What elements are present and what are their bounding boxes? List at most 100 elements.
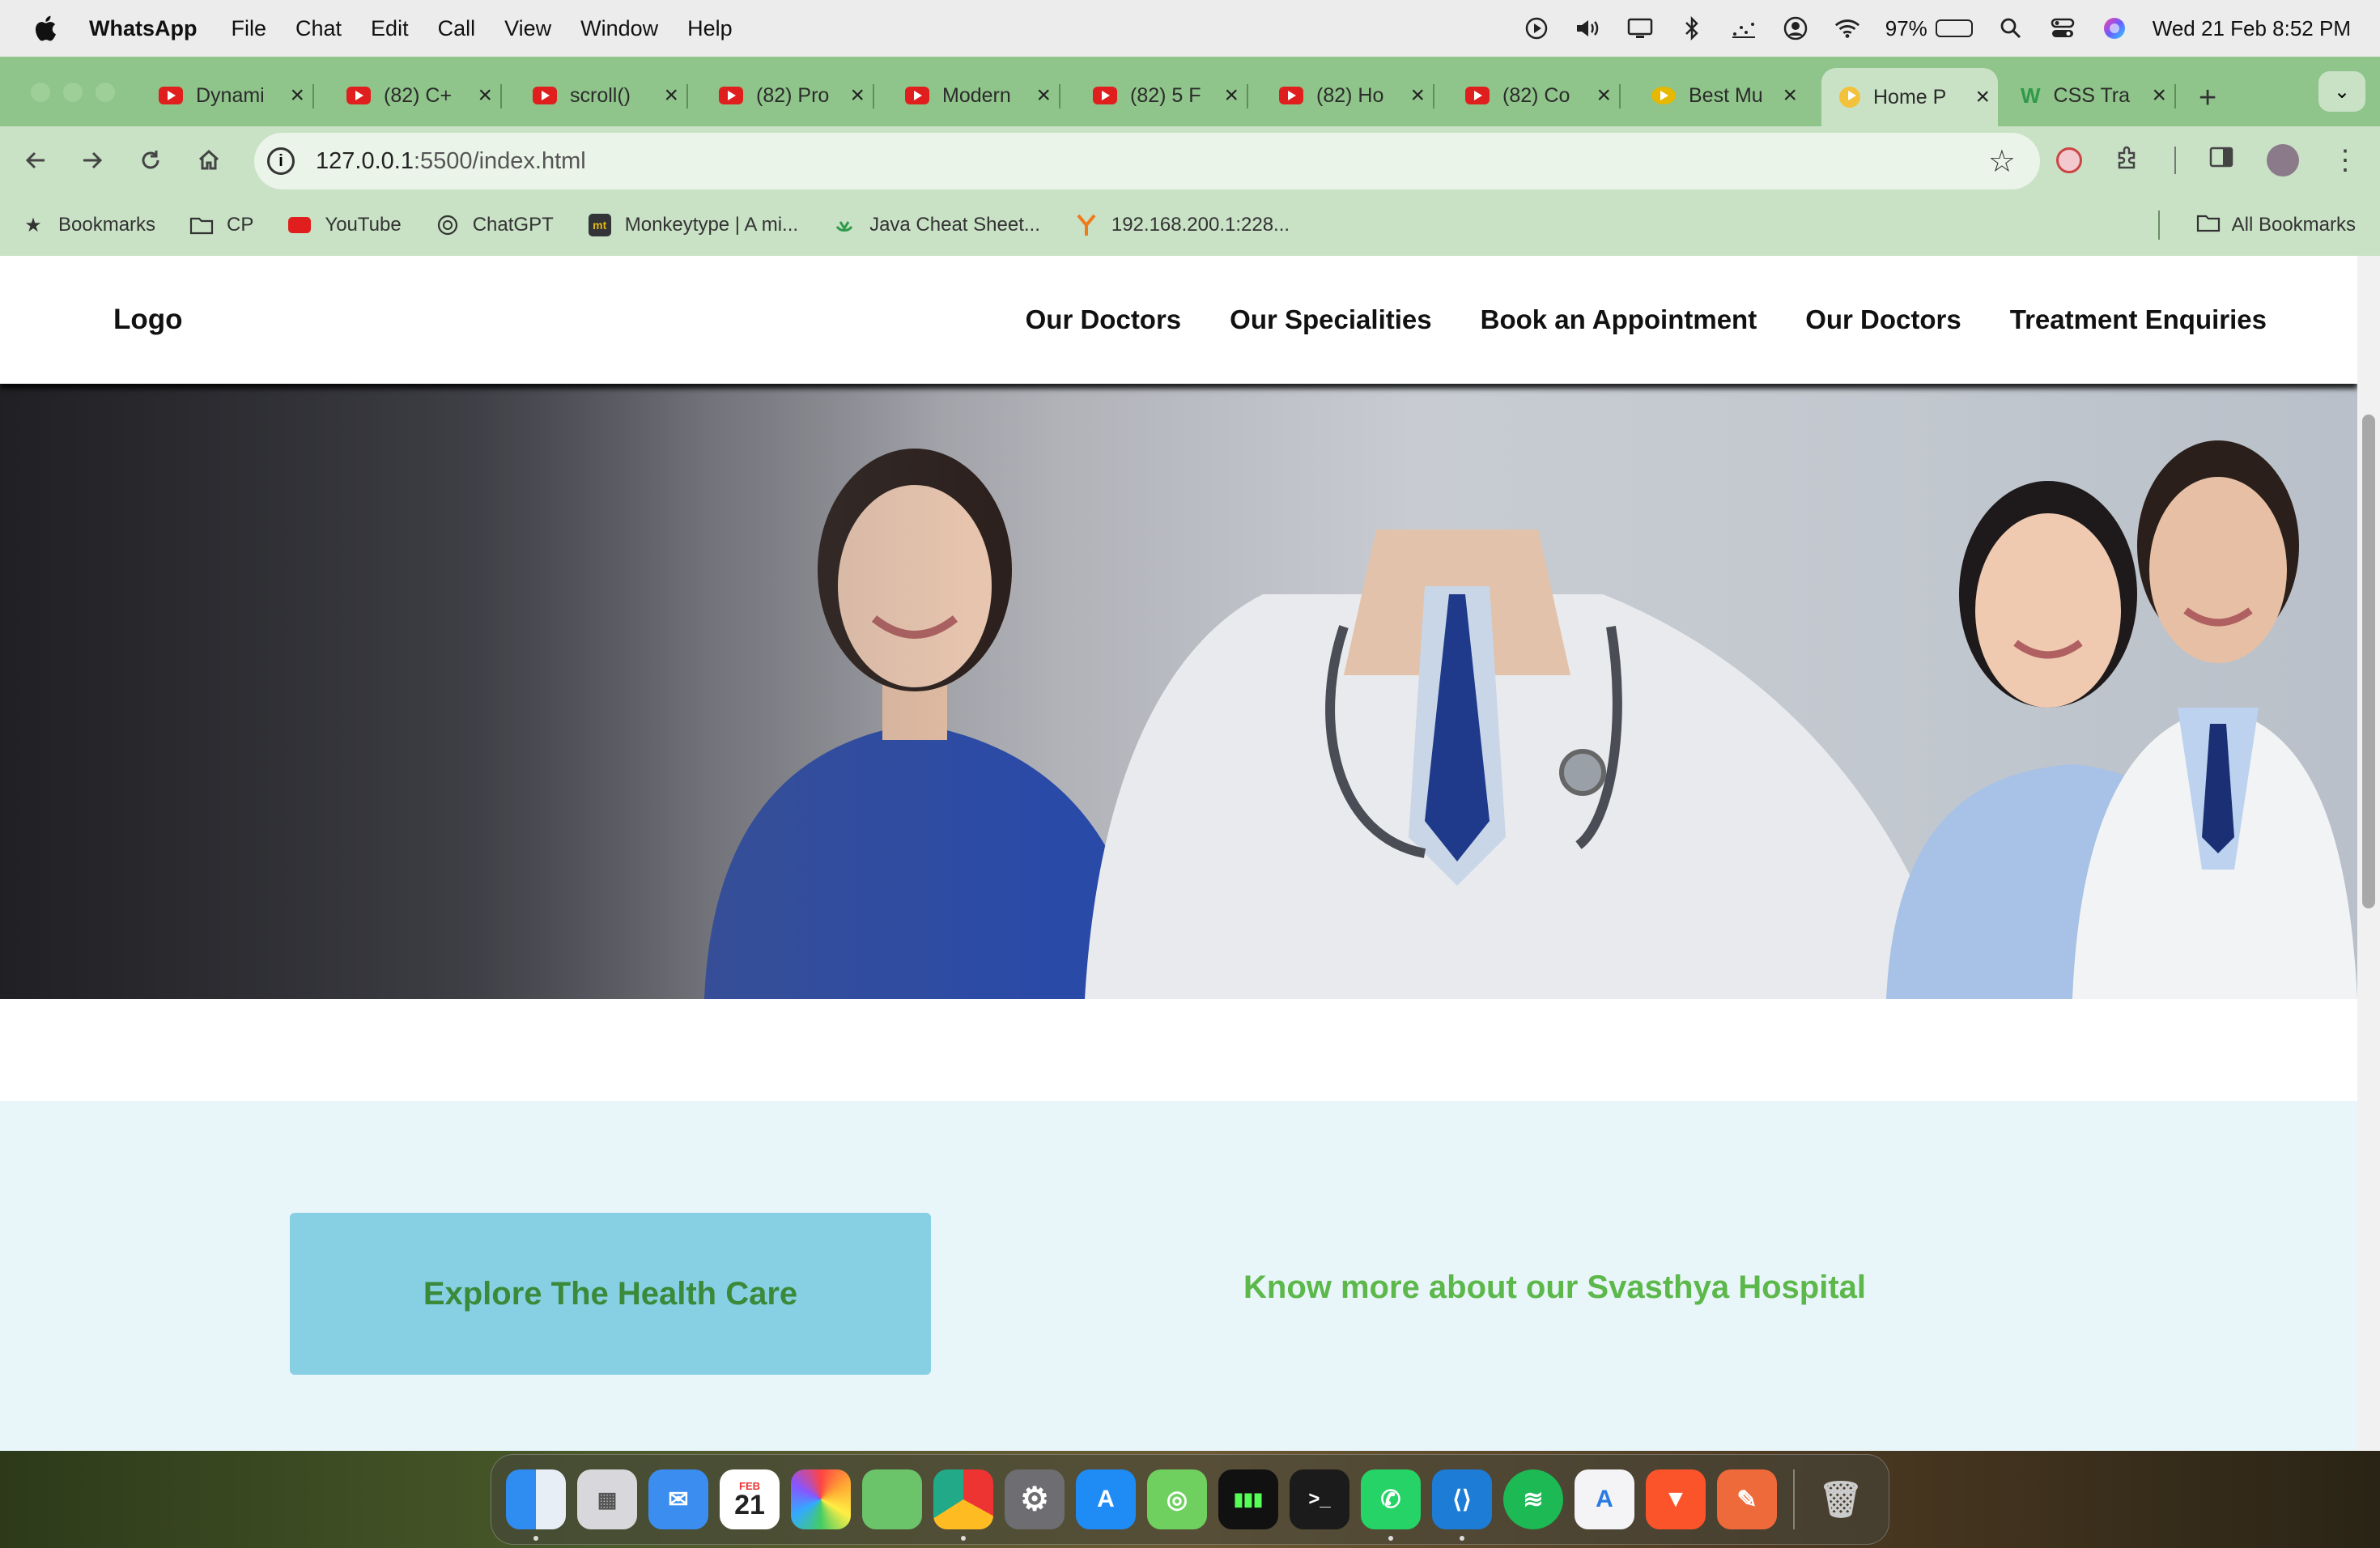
finder-icon[interactable]: [506, 1469, 566, 1541]
calendar-icon[interactable]: FEB 21: [720, 1469, 780, 1529]
clock[interactable]: Wed 21 Feb 8:52 PM: [2153, 16, 2351, 41]
bookmark-star-icon[interactable]: ☆: [1988, 143, 2016, 180]
tab-82-c[interactable]: (82) C+ ×: [346, 73, 502, 118]
trash-icon[interactable]: 🗑: [1811, 1469, 1871, 1529]
site-info-icon[interactable]: i: [267, 147, 295, 175]
more-menu-icon[interactable]: ⋮: [2331, 144, 2359, 176]
site-logo[interactable]: Logo: [113, 304, 183, 336]
tab-scroll[interactable]: scroll() ×: [533, 73, 688, 118]
close-tab-icon[interactable]: ×: [1783, 82, 1797, 109]
battery-monitor-icon[interactable]: ▮▮▮: [1218, 1469, 1278, 1529]
brave-icon[interactable]: ▼: [1646, 1469, 1706, 1529]
scrollbar-thumb[interactable]: [2362, 415, 2375, 908]
display-icon[interactable]: [1626, 15, 1654, 42]
reload-button[interactable]: [128, 138, 173, 183]
nav-our-doctors-2[interactable]: Our Doctors: [1805, 304, 1961, 335]
mail-icon[interactable]: ✉: [648, 1469, 708, 1529]
chrome-icon[interactable]: [933, 1469, 993, 1541]
bookmark-monkeytype[interactable]: mt Monkeytype | A mi...: [588, 214, 798, 236]
minimize-window-button[interactable]: [63, 83, 83, 102]
launchpad-icon[interactable]: ▦: [577, 1469, 637, 1529]
profile-extension-icon[interactable]: [2056, 147, 2082, 173]
bookmark-java-cheat-sheet[interactable]: Java Cheat Sheet...: [832, 214, 1040, 236]
battery-indicator[interactable]: 97%: [1885, 16, 1973, 41]
menu-chat[interactable]: Chat: [295, 16, 342, 41]
vscode-icon[interactable]: ⟨⟩: [1432, 1469, 1492, 1541]
page-scrollbar[interactable]: [2357, 256, 2380, 1451]
nav-book-appointment[interactable]: Book an Appointment: [1481, 304, 1757, 335]
siri-icon[interactable]: [2101, 15, 2128, 42]
terminal-icon[interactable]: >_: [1290, 1469, 1349, 1529]
whatsapp-icon[interactable]: ✆: [1361, 1469, 1421, 1541]
tab-dynamic[interactable]: Dynami ×: [159, 73, 314, 118]
menu-call[interactable]: Call: [438, 16, 476, 41]
star-icon: ★: [24, 214, 42, 236]
menu-window[interactable]: Window: [580, 16, 658, 41]
xcode-instruments-icon[interactable]: A: [1575, 1469, 1634, 1529]
tab-best-mu[interactable]: Best Mu ×: [1651, 73, 1805, 118]
bluetooth-icon[interactable]: [1678, 15, 1706, 42]
play-icon[interactable]: [1523, 15, 1550, 42]
tab-modern[interactable]: Modern ×: [905, 73, 1060, 118]
close-tab-icon[interactable]: ×: [290, 82, 304, 109]
apple-icon[interactable]: [31, 14, 58, 43]
nav-our-doctors[interactable]: Our Doctors: [1026, 304, 1182, 335]
address-bar[interactable]: i 127.0.0.1:5500/index.html ☆: [254, 133, 2040, 189]
bookmark-bookmarks[interactable]: ★ Bookmarks: [21, 214, 155, 236]
swift-playgrounds-icon[interactable]: ✎: [1717, 1469, 1777, 1529]
tab-82-co[interactable]: (82) Co ×: [1465, 73, 1621, 118]
wifi-icon[interactable]: [1834, 15, 1861, 42]
nav-our-specialities[interactable]: Our Specialities: [1230, 304, 1431, 335]
photos-icon[interactable]: [791, 1469, 851, 1529]
close-tab-icon[interactable]: ×: [1224, 82, 1239, 109]
close-tab-icon[interactable]: ×: [664, 82, 678, 109]
user-account-icon[interactable]: [1782, 15, 1809, 42]
app-store-icon[interactable]: A: [1076, 1469, 1136, 1529]
menu-view[interactable]: View: [504, 16, 551, 41]
back-button[interactable]: [13, 138, 58, 183]
find-my-icon[interactable]: ◎: [1147, 1469, 1207, 1529]
control-center-icon[interactable]: [2049, 15, 2076, 42]
close-tab-icon[interactable]: ×: [478, 82, 492, 109]
new-tab-button[interactable]: +: [2199, 81, 2216, 116]
bookmark-router[interactable]: 192.168.200.1:228...: [1074, 214, 1290, 236]
maps-icon[interactable]: [862, 1469, 922, 1529]
tab-82-ho[interactable]: (82) Ho ×: [1279, 73, 1434, 118]
bookmark-youtube[interactable]: YouTube: [287, 214, 402, 236]
home-button[interactable]: [186, 138, 232, 183]
zoom-window-button[interactable]: [96, 83, 115, 102]
spotify-icon[interactable]: ≋: [1503, 1469, 1563, 1529]
side-panel-icon[interactable]: [2208, 145, 2234, 176]
tab-css-tra[interactable]: W CSS Tra ×: [2021, 73, 2176, 118]
bookmark-chatgpt[interactable]: ChatGPT: [436, 214, 554, 236]
tab-82-pro[interactable]: (82) Pro ×: [719, 73, 874, 118]
url-text[interactable]: 127.0.0.1:5500/index.html: [316, 148, 586, 175]
menu-help[interactable]: Help: [687, 16, 733, 41]
folder-icon: [2196, 213, 2221, 238]
close-tab-icon[interactable]: ×: [1596, 82, 1611, 109]
toolbar-actions: ⋮: [2056, 134, 2359, 186]
tab-home-active[interactable]: Home P ×: [1821, 68, 1998, 126]
volume-icon[interactable]: [1575, 15, 1602, 42]
tab-82-5f[interactable]: (82) 5 F ×: [1093, 73, 1248, 118]
close-tab-icon[interactable]: ×: [2152, 82, 2166, 109]
forward-button[interactable]: [70, 138, 115, 183]
spotlight-search-icon[interactable]: [1997, 15, 2025, 42]
close-tab-icon[interactable]: ×: [1975, 83, 1990, 111]
close-tab-icon[interactable]: ×: [1410, 82, 1425, 109]
all-bookmarks-button[interactable]: All Bookmarks: [2196, 213, 2356, 238]
profile-avatar[interactable]: [2267, 144, 2299, 176]
system-settings-icon[interactable]: ⚙: [1005, 1469, 1065, 1529]
bookmark-cp[interactable]: CP: [189, 214, 253, 236]
tab-search-button[interactable]: ⌄: [2318, 71, 2365, 112]
close-tab-icon[interactable]: ×: [850, 82, 865, 109]
menu-edit[interactable]: Edit: [371, 16, 409, 41]
nav-treatment-enquiries[interactable]: Treatment Enquiries: [2010, 304, 2267, 335]
menu-file[interactable]: File: [231, 16, 266, 41]
close-window-button[interactable]: [31, 83, 50, 102]
extensions-icon[interactable]: [2114, 143, 2142, 178]
activity-icon[interactable]: [1730, 15, 1757, 42]
explore-health-care-button[interactable]: Explore The Health Care: [290, 1213, 931, 1375]
close-tab-icon[interactable]: ×: [1036, 82, 1051, 109]
menu-app-name[interactable]: WhatsApp: [89, 16, 197, 41]
